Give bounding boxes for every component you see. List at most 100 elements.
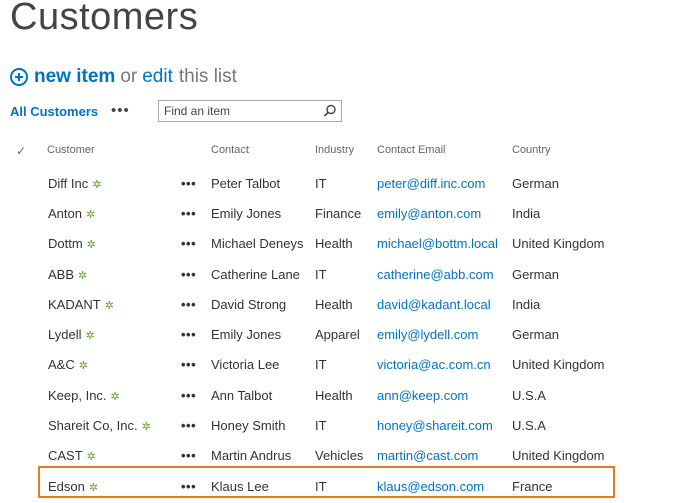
contact-email-link[interactable]: honey@shareit.com (377, 418, 493, 433)
customer-name[interactable]: CAST (48, 448, 83, 463)
view-more-ellipsis-icon[interactable]: ••• (111, 102, 130, 119)
contact-name: Ann Talbot (211, 388, 273, 403)
contact-email-link[interactable]: ann@keep.com (377, 388, 468, 403)
new-item-icon: ✲ (86, 239, 96, 251)
country-value: German (512, 176, 559, 191)
industry-value: Health (315, 236, 353, 251)
command-line: new item or edit this list (10, 66, 237, 88)
new-item-link[interactable]: new item (34, 66, 115, 88)
table-row[interactable]: A&C ✲ ••• Victoria Lee IT victoria@ac.com… (0, 351, 689, 381)
view-bar: All Customers ••• (10, 100, 350, 124)
new-item-icon: ✲ (85, 209, 96, 221)
country-value: United Kingdom (512, 448, 605, 463)
row-menu-ellipsis-icon[interactable]: ••• (181, 297, 196, 312)
customer-name[interactable]: Dottm (48, 236, 83, 251)
table-row[interactable]: Keep, Inc. ✲ ••• Ann Talbot Health ann@ke… (0, 382, 689, 412)
contact-email-link[interactable]: michael@bottm.local (377, 236, 498, 251)
industry-value: IT (315, 267, 327, 282)
row-menu-ellipsis-icon[interactable]: ••• (181, 236, 196, 251)
view-all-customers[interactable]: All Customers (10, 104, 98, 119)
country-value: U.S.A (512, 418, 546, 433)
row-menu-ellipsis-icon[interactable]: ••• (181, 357, 196, 372)
row-menu-ellipsis-icon[interactable]: ••• (181, 176, 196, 191)
country-value: India (512, 297, 541, 312)
customer-name[interactable]: Shareit Co, Inc. (48, 418, 138, 433)
column-header-customer[interactable]: Customer (47, 144, 95, 156)
search-box (158, 100, 342, 122)
contact-name: Michael Deneys (211, 236, 304, 251)
contact-email-link[interactable]: victoria@ac.com.cn (377, 357, 491, 372)
industry-value: Apparel (315, 327, 360, 342)
country-value: German (512, 267, 559, 282)
select-all-check-icon[interactable]: ✓ (16, 144, 26, 158)
add-circle-icon[interactable] (10, 68, 28, 86)
table-row[interactable]: Anton ✲ ••• Emily Jones Finance emily@ant… (0, 200, 689, 230)
contact-name: Emily Jones (211, 206, 282, 221)
contact-name: Emily Jones (211, 327, 282, 342)
row-menu-ellipsis-icon[interactable]: ••• (181, 388, 196, 403)
selected-row-highlight (38, 466, 615, 498)
new-item-icon: ✲ (86, 451, 96, 463)
new-item-icon: ✲ (110, 391, 120, 403)
contact-name: Martin Andrus (211, 448, 292, 463)
table-row[interactable]: Shareit Co, Inc. ✲ ••• Honey Smith IT hon… (0, 412, 689, 442)
contact-email-link[interactable]: david@kadant.local (377, 297, 491, 312)
contact-name: David Strong (211, 297, 287, 312)
column-header-industry[interactable]: Industry (315, 144, 354, 156)
table-row[interactable]: KADANT ✲ ••• David Strong Health david@ka… (0, 291, 689, 321)
contact-name: Catherine Lane (211, 267, 300, 282)
new-item-icon: ✲ (141, 421, 151, 433)
customer-name[interactable]: Lydell (48, 327, 81, 342)
page-title: Customers (10, 0, 199, 38)
search-input[interactable] (159, 101, 314, 121)
this-list-text: this list (178, 66, 237, 87)
customer-name[interactable]: ABB (48, 267, 74, 282)
country-value: United Kingdom (512, 236, 605, 251)
row-menu-ellipsis-icon[interactable]: ••• (181, 206, 196, 221)
customer-name[interactable]: KADANT (48, 297, 101, 312)
list-header: ✓ Customer Contact Industry Contact Emai… (0, 137, 689, 163)
table-row[interactable]: ABB ✲ ••• Catherine Lane IT catherine@abb… (0, 261, 689, 291)
search-icon[interactable] (323, 104, 337, 118)
contact-email-link[interactable]: catherine@abb.com (377, 267, 494, 282)
contact-name: Honey Smith (211, 418, 286, 433)
customer-name[interactable]: Diff Inc (48, 176, 88, 191)
industry-value: Finance (315, 206, 362, 221)
column-header-contact[interactable]: Contact (211, 144, 249, 156)
industry-value: Health (315, 388, 353, 403)
new-item-icon: ✲ (85, 330, 95, 342)
edit-link[interactable]: edit (142, 66, 173, 88)
contact-email-link[interactable]: martin@cast.com (377, 448, 478, 463)
country-value: India (512, 206, 541, 221)
country-value: U.S.A (512, 388, 546, 403)
table-row[interactable]: Diff Inc ✲ ••• Peter Talbot IT peter@diff… (0, 170, 689, 200)
row-menu-ellipsis-icon[interactable]: ••• (181, 327, 196, 342)
or-text: or (120, 66, 138, 87)
customer-name[interactable]: A&C (48, 357, 75, 372)
industry-value: Vehicles (315, 448, 364, 463)
industry-value: IT (315, 357, 327, 372)
row-menu-ellipsis-icon[interactable]: ••• (181, 448, 196, 463)
contact-email-link[interactable]: peter@diff.inc.com (377, 176, 485, 191)
new-item-icon: ✲ (78, 270, 88, 282)
country-value: German (512, 327, 559, 342)
contact-name: Victoria Lee (211, 357, 280, 372)
industry-value: IT (315, 418, 327, 433)
new-item-icon: ✲ (78, 360, 88, 372)
new-item-icon: ✲ (104, 300, 114, 312)
country-value: United Kingdom (512, 357, 605, 372)
table-row[interactable]: Lydell ✲ ••• Emily Jones Apparel emily@ly… (0, 321, 689, 351)
row-menu-ellipsis-icon[interactable]: ••• (181, 418, 196, 433)
industry-value: Health (315, 297, 353, 312)
table-row[interactable]: Dottm ✲ ••• Michael Deneys Health michael… (0, 230, 689, 260)
contact-email-link[interactable]: emily@lydell.com (377, 327, 478, 342)
industry-value: IT (315, 176, 327, 191)
new-item-icon: ✲ (92, 179, 102, 191)
contact-name: Peter Talbot (211, 176, 281, 191)
contact-email-link[interactable]: emily@anton.com (377, 206, 481, 221)
column-header-country[interactable]: Country (512, 144, 551, 156)
column-header-contact-email[interactable]: Contact Email (377, 144, 445, 156)
customer-name[interactable]: Keep, Inc. (48, 388, 107, 403)
customer-name[interactable]: Anton (48, 206, 82, 221)
row-menu-ellipsis-icon[interactable]: ••• (181, 267, 196, 282)
